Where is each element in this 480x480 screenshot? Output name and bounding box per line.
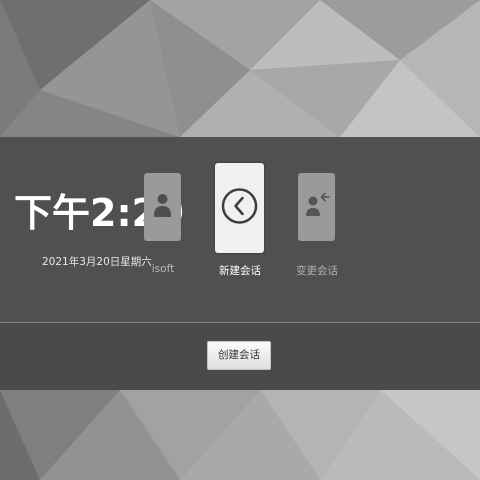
session-label-new: 新建会话 xyxy=(219,265,261,277)
clock-date: 2021年3月20日星期六 xyxy=(42,256,152,268)
session-label-isoft: isoft xyxy=(151,263,175,275)
session-tile-new[interactable] xyxy=(215,163,264,253)
session-tile-switch[interactable] xyxy=(298,173,335,241)
create-session-button[interactable]: 创建会话 xyxy=(207,341,271,370)
panel-divider xyxy=(0,322,480,323)
switch-user-icon xyxy=(306,192,330,216)
session-label-switch: 变更会话 xyxy=(296,265,338,277)
session-tile-isoft[interactable] xyxy=(144,173,181,241)
user-icon xyxy=(154,194,171,217)
back-chevron-icon xyxy=(221,188,258,224)
